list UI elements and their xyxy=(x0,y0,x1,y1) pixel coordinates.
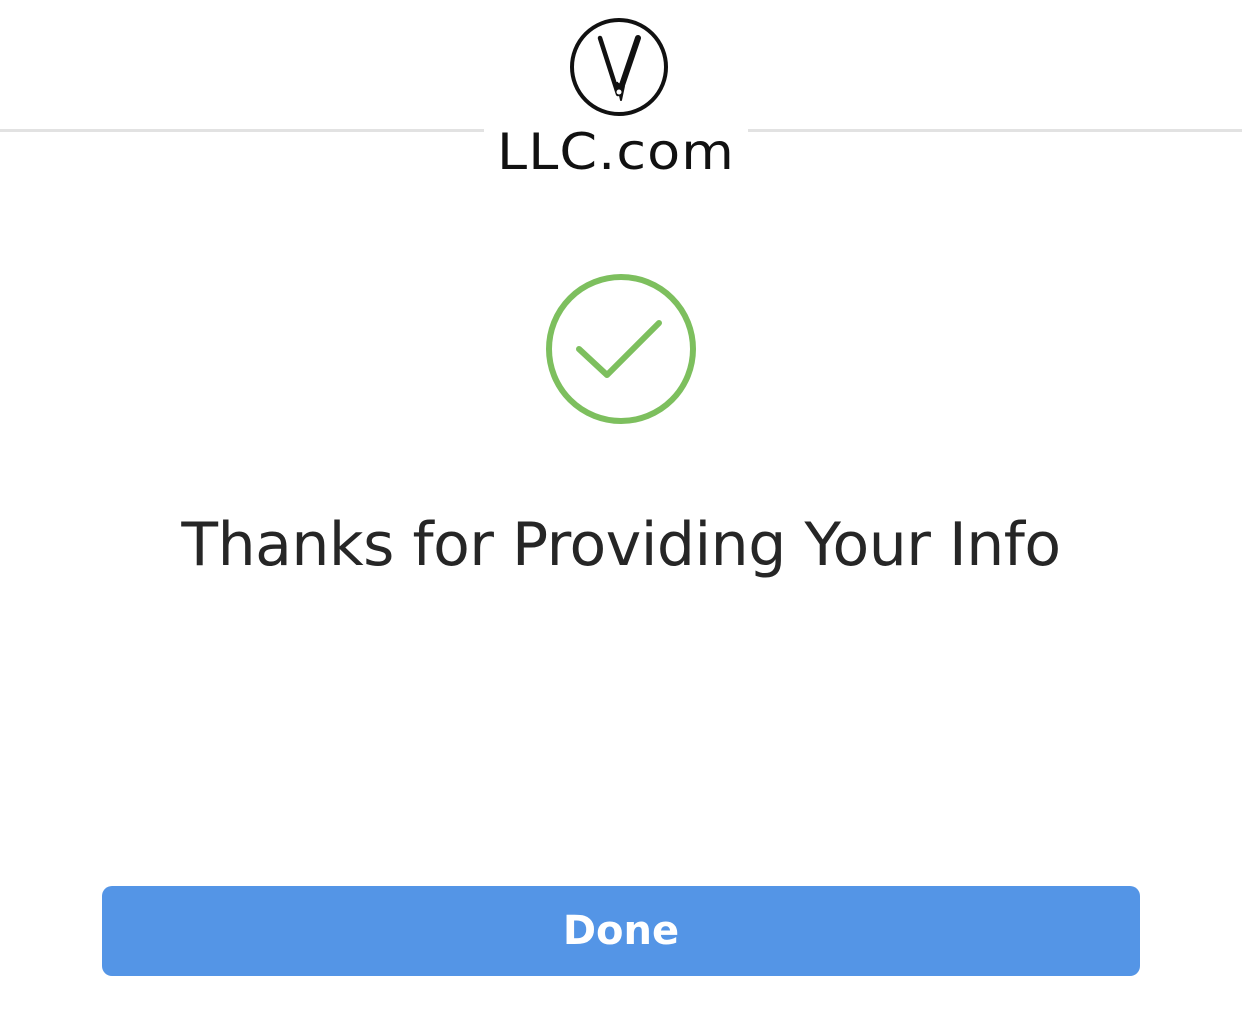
confirmation-message: Thanks for Providing Your Info xyxy=(181,510,1061,580)
done-button[interactable]: Done xyxy=(102,886,1140,976)
brand-name: LLC.com xyxy=(497,123,735,181)
header: LLC.com xyxy=(0,0,1242,200)
brand-logo: LLC.com xyxy=(484,14,748,182)
header-divider-left xyxy=(0,129,484,132)
razor-v-logo-icon xyxy=(570,18,668,116)
check-circle-icon xyxy=(546,274,696,424)
header-divider-right xyxy=(748,129,1242,132)
